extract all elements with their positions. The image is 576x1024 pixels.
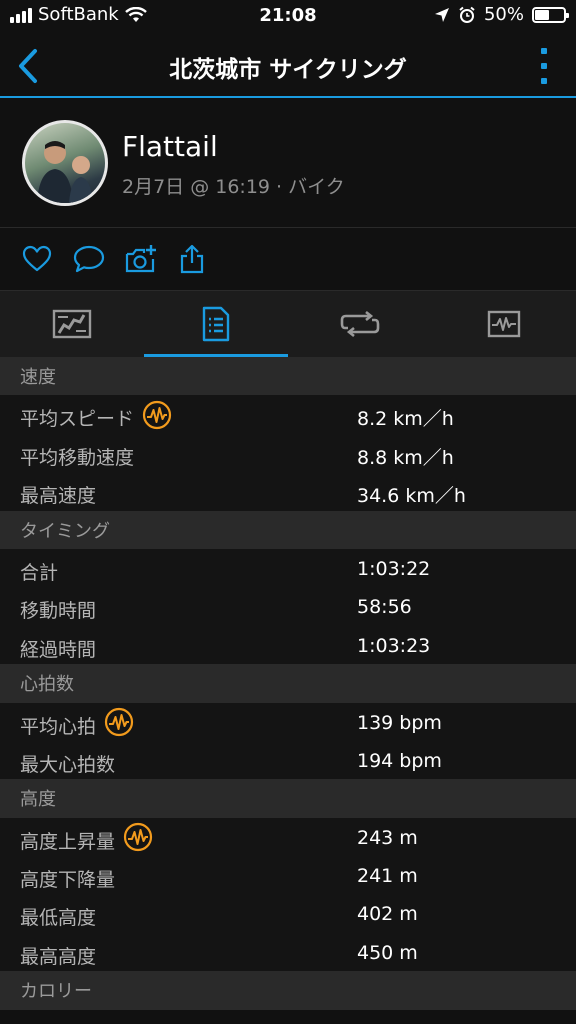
- social-actions: [0, 229, 576, 291]
- stat-row: 最高高度 450 m: [0, 932, 576, 972]
- stat-label: 最高速度: [20, 481, 96, 508]
- comment-button[interactable]: [73, 243, 105, 275]
- tab-charts[interactable]: [432, 291, 576, 357]
- avatar[interactable]: [22, 120, 108, 206]
- stat-label: 最高高度: [20, 942, 96, 969]
- tab-stats[interactable]: [144, 291, 288, 357]
- chart-icon: [487, 310, 521, 338]
- insight-badge-icon[interactable]: [142, 400, 172, 430]
- chevron-left-icon: [19, 49, 37, 83]
- stat-label: 平均移動速度: [20, 443, 134, 470]
- tab-map[interactable]: [0, 291, 144, 357]
- back-button[interactable]: [8, 46, 48, 86]
- nav-bar: 北茨城市 サイクリング: [0, 34, 576, 98]
- stat-value: 8.2 km／h: [357, 408, 454, 431]
- stat-value: 194 bpm: [357, 749, 442, 772]
- stat-value: 1:03:22: [357, 557, 431, 580]
- status-bar: SoftBank 21:08 50%: [0, 0, 576, 34]
- tab-laps[interactable]: [288, 291, 432, 357]
- insight-badge-icon[interactable]: [123, 822, 153, 852]
- share-button[interactable]: [176, 243, 208, 275]
- stat-label-text: 平均移動速度: [20, 446, 135, 469]
- stat-row: 最高速度 34.6 km／h: [0, 472, 576, 511]
- stat-row: 平均移動速度 8.8 km／h: [0, 433, 576, 473]
- battery-percent: 50%: [483, 4, 524, 25]
- add-photo-button[interactable]: [124, 243, 156, 275]
- stat-label-text: 最高高度: [20, 945, 97, 968]
- activity-meta: 2月7日 @ 16:19 · バイク: [122, 176, 345, 198]
- page-title: 北茨城市 サイクリング: [169, 57, 407, 83]
- status-right: 50%: [434, 4, 569, 25]
- stat-row: 移動時間 58:56: [0, 587, 576, 626]
- map-icon: [52, 309, 92, 339]
- stat-row: 高度下降量 241 m: [0, 856, 576, 895]
- stat-value: 58:56: [357, 596, 412, 619]
- stat-label: 最低高度: [20, 903, 96, 930]
- stat-label-text: 最低高度: [20, 907, 97, 930]
- comment-icon: [73, 245, 105, 273]
- section-timing: タイミング: [0, 510, 576, 549]
- stat-label: 高度下降量: [20, 865, 115, 892]
- stat-value: 241 m: [357, 865, 418, 888]
- like-button[interactable]: [21, 243, 53, 275]
- stat-label-text: 最高速度: [20, 485, 97, 508]
- stat-value: 1:03:23: [357, 634, 431, 657]
- stat-row: 高度上昇量 243 m: [0, 817, 576, 857]
- stat-label: 平均スピード: [20, 400, 172, 431]
- stats-list-icon: [202, 306, 230, 342]
- stat-label-text: 経過時間: [20, 638, 97, 661]
- stat-row: 経過時間 1:03:23: [0, 625, 576, 665]
- battery-icon: [532, 6, 569, 23]
- activity-tabs: [0, 291, 576, 357]
- stat-value: 402 m: [357, 903, 418, 926]
- section-calories: カロリー: [0, 971, 576, 1010]
- stat-label: 経過時間: [20, 635, 96, 662]
- activity-header: Flattail 2月7日 @ 16:19 · バイク: [0, 100, 576, 228]
- stat-label-text: 平均心拍: [20, 715, 97, 738]
- stat-row: 平均スピード 8.2 km／h: [0, 395, 576, 434]
- laps-icon: [340, 310, 380, 338]
- stat-label-text: 高度下降量: [20, 869, 116, 892]
- stat-value: 243 m: [357, 826, 418, 849]
- heart-icon: [22, 245, 52, 272]
- stat-label: 合計: [20, 558, 58, 585]
- stat-label-text: 高度上昇量: [20, 830, 116, 853]
- stat-value: 8.8 km／h: [357, 446, 454, 469]
- avatar-photo: [37, 141, 93, 203]
- stat-label: 高度上昇量: [20, 823, 153, 854]
- section-speed: 速度: [0, 357, 576, 396]
- stat-label-text: 平均スピード: [20, 408, 135, 431]
- stat-row: 最大心拍数 194 bpm: [0, 740, 576, 780]
- stat-row: 合計 1:03:22: [0, 548, 576, 588]
- insight-badge-icon[interactable]: [104, 707, 134, 737]
- stat-value: 139 bpm: [357, 711, 442, 734]
- stat-label-text: 最大心拍数: [20, 753, 116, 776]
- share-icon: [180, 244, 204, 274]
- stat-value: 450 m: [357, 941, 418, 964]
- camera-add-icon: [125, 245, 156, 273]
- stat-label-text: 合計: [20, 561, 59, 584]
- user-name[interactable]: Flattail: [122, 130, 218, 163]
- stat-label: 平均心拍: [20, 707, 134, 739]
- stat-row: 最低高度 402 m: [0, 894, 576, 933]
- section-heart-rate: 心拍数: [0, 664, 576, 703]
- stat-label: 最大心拍数: [20, 750, 115, 777]
- stat-label: 移動時間: [20, 596, 96, 623]
- section-elevation: 高度: [0, 779, 576, 818]
- stat-label-text: 移動時間: [20, 600, 97, 623]
- alarm-icon: [459, 6, 475, 23]
- stats-list: 速度 平均スピード 8.2 km／h 平均移動速度 8.8 km／h 最高速度 …: [0, 357, 576, 1010]
- more-options-button[interactable]: [538, 48, 550, 84]
- location-arrow-icon: [434, 7, 449, 22]
- stat-value: 34.6 km／h: [357, 485, 466, 508]
- stat-row: 平均心拍 139 bpm: [0, 702, 576, 741]
